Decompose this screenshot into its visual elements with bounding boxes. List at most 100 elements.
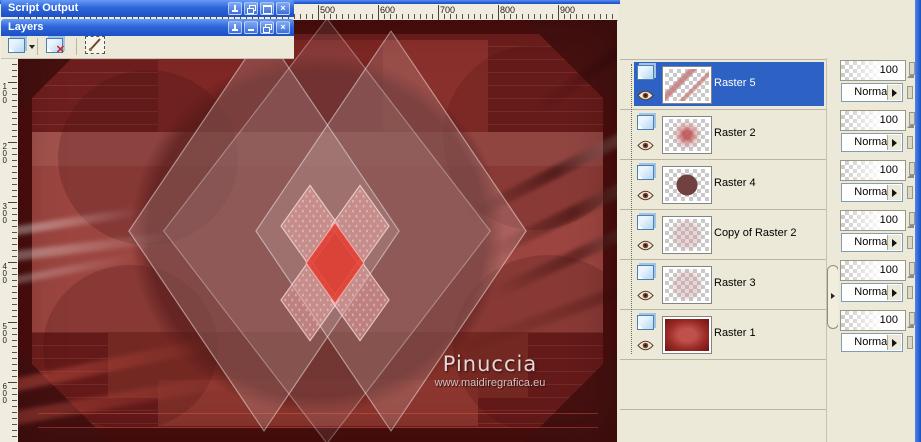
restore-icon[interactable] xyxy=(260,21,274,34)
blend-mode-value: Normal xyxy=(854,336,890,348)
pin-icon[interactable] xyxy=(228,21,242,34)
toolbar-separator xyxy=(76,38,77,55)
layer-name: Raster 2 xyxy=(714,127,756,139)
opacity-slider-handle[interactable] xyxy=(909,112,915,125)
layers-toolbar xyxy=(1,36,294,59)
blend-mode-select[interactable]: Normal xyxy=(841,183,903,202)
visibility-eye-icon[interactable] xyxy=(637,88,654,101)
layer-link-column xyxy=(631,64,633,354)
layer-controls: 100 Normal xyxy=(838,308,915,358)
opacity-field[interactable]: 100 xyxy=(840,310,906,331)
layer-controls: 100 Normal xyxy=(838,58,915,108)
dropdown-arrow-icon[interactable] xyxy=(887,285,901,300)
raster-layer-icon xyxy=(637,65,654,80)
blend-slider-handle[interactable] xyxy=(907,286,913,299)
script-output-titlebar[interactable]: Script Output xyxy=(1,0,294,17)
layer-controls: 100 Normal xyxy=(838,158,915,208)
layer-thumbnail xyxy=(662,166,712,204)
minimize-icon[interactable] xyxy=(244,21,258,34)
opacity-field[interactable]: 100 xyxy=(840,110,906,131)
layers-panel-titlebar[interactable]: Layers xyxy=(1,19,294,36)
layer-thumbnail xyxy=(662,316,712,354)
raster-layer-icon xyxy=(637,165,654,180)
layer-thumbnail xyxy=(662,116,712,154)
layer-controls: 100 Normal xyxy=(838,258,915,308)
opacity-field[interactable]: 100 xyxy=(840,210,906,231)
close-icon[interactable] xyxy=(276,2,290,15)
dropdown-arrow-icon[interactable] xyxy=(887,135,901,150)
layer-row[interactable]: Raster 5 xyxy=(634,62,824,106)
opacity-field[interactable]: 100 xyxy=(840,60,906,81)
new-raster-layer-button[interactable] xyxy=(8,38,35,56)
blend-mode-value: Normal xyxy=(854,286,890,298)
blend-mode-value: Normal xyxy=(854,236,890,248)
ruler-vertical: 0100200300400500600 xyxy=(0,20,19,442)
toolbar-separator xyxy=(37,38,38,55)
pin-icon[interactable] xyxy=(228,2,242,15)
layer-controls-column: 100 Normal 100 Normal 100 Normal 100 Nor… xyxy=(838,58,915,442)
visibility-eye-icon[interactable] xyxy=(637,338,654,351)
raster-layer-icon xyxy=(637,265,654,280)
image-canvas[interactable]: Pinuccia www.maidiregrafica.eu xyxy=(18,20,617,442)
blend-mode-select[interactable]: Normal xyxy=(841,233,903,252)
blend-mode-select[interactable]: Normal xyxy=(841,133,903,152)
opacity-slider-handle[interactable] xyxy=(909,312,915,325)
restore-icon[interactable] xyxy=(244,2,258,15)
layer-row[interactable]: Copy of Raster 2 xyxy=(634,212,824,256)
delete-layer-button[interactable] xyxy=(46,38,65,56)
chevron-down-icon[interactable] xyxy=(29,45,35,49)
raster-layer-icon xyxy=(637,215,654,230)
blend-mode-value: Normal xyxy=(854,136,890,148)
blend-slider-handle[interactable] xyxy=(907,236,913,249)
layers-panel-title: Layers xyxy=(8,21,44,33)
blend-mode-select[interactable]: Normal xyxy=(841,283,903,302)
visibility-eye-icon[interactable] xyxy=(637,288,654,301)
raster-layer-icon xyxy=(637,315,654,330)
layer-row[interactable]: Raster 2 xyxy=(634,112,824,156)
visibility-eye-icon[interactable] xyxy=(637,138,654,151)
maximize-icon[interactable] xyxy=(260,2,274,15)
opacity-field[interactable]: 100 xyxy=(840,160,906,181)
dropdown-arrow-icon[interactable] xyxy=(887,335,901,350)
opacity-field[interactable]: 100 xyxy=(840,260,906,281)
opacity-value: 100 xyxy=(879,314,898,326)
layer-name: Raster 1 xyxy=(714,327,756,339)
opacity-slider-handle[interactable] xyxy=(909,262,915,275)
layer-row[interactable]: Raster 4 xyxy=(634,162,824,206)
opacity-slider-handle[interactable] xyxy=(909,162,915,175)
layer-name: Raster 4 xyxy=(714,177,756,189)
visibility-eye-icon[interactable] xyxy=(637,238,654,251)
opacity-slider-handle[interactable] xyxy=(909,212,915,225)
blend-slider-handle[interactable] xyxy=(907,86,913,99)
blend-mode-select[interactable]: Normal xyxy=(841,83,903,102)
layer-controls: 100 Normal xyxy=(838,208,915,258)
dropdown-arrow-icon[interactable] xyxy=(887,185,901,200)
close-icon[interactable] xyxy=(276,21,290,34)
dropdown-arrow-icon[interactable] xyxy=(887,235,901,250)
blend-mode-value: Normal xyxy=(854,86,890,98)
opacity-value: 100 xyxy=(879,214,898,226)
edit-selection-button[interactable] xyxy=(85,36,105,54)
blend-slider-handle[interactable] xyxy=(907,136,913,149)
layer-row[interactable]: Raster 1 xyxy=(634,312,824,356)
opacity-value: 100 xyxy=(879,264,898,276)
blend-slider-handle[interactable] xyxy=(907,186,913,199)
new-layer-icon xyxy=(8,38,25,53)
window-right-frame xyxy=(915,0,921,442)
dropdown-arrow-icon[interactable] xyxy=(887,85,901,100)
visibility-eye-icon[interactable] xyxy=(637,188,654,201)
opacity-slider-handle[interactable] xyxy=(909,62,915,75)
watermark: Pinuccia www.maidiregrafica.eu xyxy=(415,352,565,389)
script-output-title: Script Output xyxy=(8,2,79,14)
brush-icon xyxy=(88,38,101,52)
layer-name: Raster 5 xyxy=(714,77,756,89)
layer-list: Raster 5 Raster 2 Raster 4 Copy of Raste… xyxy=(620,58,826,442)
layer-thumbnail xyxy=(662,66,712,104)
layer-name: Copy of Raster 2 xyxy=(714,227,797,239)
layer-row[interactable]: Raster 3 xyxy=(634,262,824,306)
blend-mode-select[interactable]: Normal xyxy=(841,333,903,352)
blend-slider-handle[interactable] xyxy=(907,336,913,349)
layer-controls: 100 Normal xyxy=(838,108,915,158)
layer-name: Raster 3 xyxy=(714,277,756,289)
raster-layer-icon xyxy=(637,115,654,130)
